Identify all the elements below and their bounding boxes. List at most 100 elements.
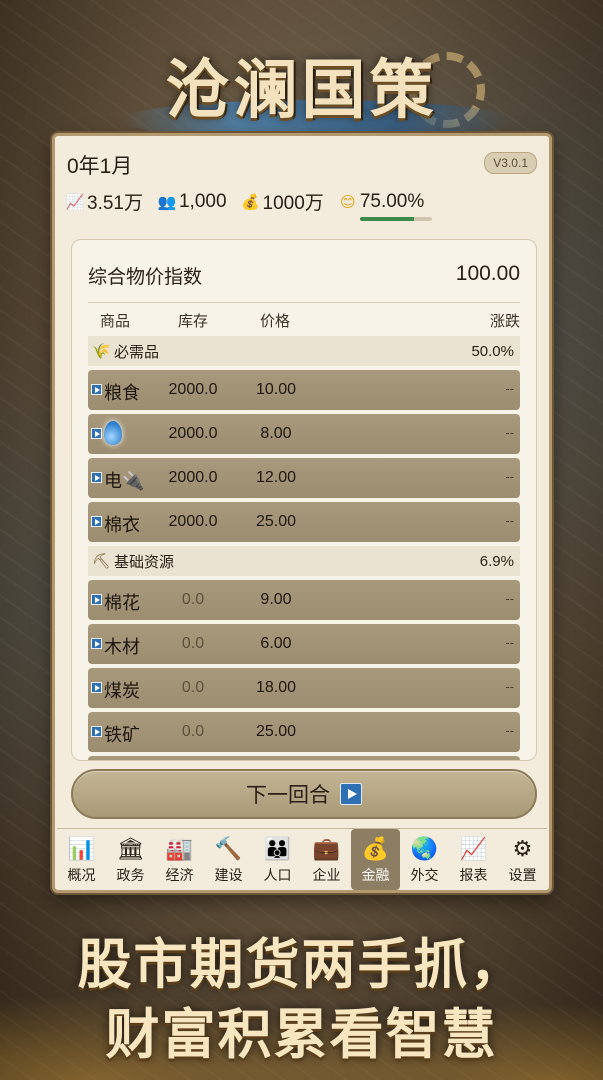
game-logo: 沧澜国策 xyxy=(0,30,603,140)
next-turn-label: 下一回合 xyxy=(246,784,330,807)
nav-item-reports[interactable]: 📈 报表 xyxy=(449,829,498,890)
table-row[interactable]: 2000.0 8.00 -- xyxy=(88,414,520,454)
treasury-value: 1000万 xyxy=(262,193,324,214)
main-panel: 0年1月 V3.0.1 📈 3.51万 👥 1,000 💰 1000万 😊 75… xyxy=(52,133,552,893)
goods-price: 6.00 xyxy=(260,635,292,652)
nav-item-economy[interactable]: 🏭 经济 xyxy=(155,829,204,890)
table-row-partial[interactable] xyxy=(88,756,520,760)
col-header-change: 涨跌 xyxy=(489,313,520,330)
nav-label: 建设 xyxy=(214,866,243,883)
goods-stock: 0.0 xyxy=(181,679,205,696)
stats-bar: 📈 3.51万 👥 1,000 💰 1000万 😊 75.00% xyxy=(65,188,432,221)
nav-label: 报表 xyxy=(459,866,488,883)
market-table-card[interactable]: 综合物价指数 100.00 商品 库存 价格 涨跌 🌾 必需品 50.0% 粮食… xyxy=(71,239,537,761)
table-row[interactable]: 木材 0.0 6.00 -- xyxy=(88,624,520,664)
happiness-stat[interactable]: 😊 75.00% xyxy=(338,190,432,221)
money-bag-icon: 💰 xyxy=(241,193,260,211)
wheat-icon: 🌾 xyxy=(92,343,111,360)
version-badge: V3.0.1 xyxy=(484,152,537,174)
goods-stock: 0.0 xyxy=(181,635,205,652)
goods-stock: 2000.0 xyxy=(168,469,218,486)
goods-price: 10.00 xyxy=(255,381,297,398)
game-date: 0年1月 xyxy=(67,155,133,178)
goods-name xyxy=(104,421,122,452)
category-row-basic-resources[interactable]: ⛏ 基础资源 6.9% xyxy=(88,546,520,576)
goods-change: -- xyxy=(505,723,514,738)
category-percent: 6.9% xyxy=(479,552,514,570)
table-header: 商品 库存 价格 涨跌 xyxy=(88,308,520,332)
table-body: 🌾 必需品 50.0% 粮食 2000.0 10.00 -- 2000.0 8.… xyxy=(88,336,520,760)
goods-stock: 2000.0 xyxy=(168,513,218,530)
goods-stock: 0.0 xyxy=(181,591,205,608)
status-header: 0年1月 V3.0.1 📈 3.51万 👥 1,000 💰 1000万 😊 75… xyxy=(65,146,539,221)
nav-label: 政务 xyxy=(116,866,145,883)
expand-arrow-icon[interactable] xyxy=(91,638,102,649)
expand-arrow-icon[interactable] xyxy=(91,428,102,439)
logo-title: 沧澜国策 xyxy=(165,53,438,128)
goods-price: 25.00 xyxy=(255,723,297,740)
goods-stock: 2000.0 xyxy=(168,381,218,398)
plug-icon: 🔌 xyxy=(122,471,145,491)
nav-item-settings[interactable]: ⚙ 设置 xyxy=(498,829,547,890)
expand-arrow-icon[interactable] xyxy=(91,516,102,527)
goods-change: -- xyxy=(505,381,514,396)
category-name: 必需品 xyxy=(114,343,160,361)
bar-chart-icon: 📊 xyxy=(67,835,96,861)
table-row[interactable]: 棉花 0.0 9.00 -- xyxy=(88,580,520,620)
factory-icon: 🏭 xyxy=(165,835,194,861)
nav-label: 人口 xyxy=(263,866,292,883)
nav-item-population[interactable]: 👪 人口 xyxy=(253,829,302,890)
next-turn-button[interactable]: 下一回合 xyxy=(71,769,537,819)
table-row[interactable]: 铁矿 0.0 25.00 -- xyxy=(88,712,520,752)
population-stat[interactable]: 👥 1,000 xyxy=(157,191,227,213)
table-row[interactable]: 粮食 2000.0 10.00 -- xyxy=(88,370,520,410)
people-icon: 👪 xyxy=(263,835,292,861)
expand-arrow-icon[interactable] xyxy=(91,594,102,605)
cpi-label: 综合物价指数 xyxy=(88,267,203,288)
expand-arrow-icon[interactable] xyxy=(91,682,102,693)
goods-name-text: 电 xyxy=(104,471,122,491)
divider xyxy=(88,302,520,303)
table-row[interactable]: 煤炭 0.0 18.00 -- xyxy=(88,668,520,708)
goods-change: -- xyxy=(505,425,514,440)
category-name: 基础资源 xyxy=(114,553,175,571)
nav-item-government[interactable]: 🏛 政务 xyxy=(106,829,155,890)
goods-price: 12.00 xyxy=(255,469,297,486)
goods-name: 煤炭 xyxy=(104,681,140,701)
category-row-necessities[interactable]: 🌾 必需品 50.0% xyxy=(88,336,520,366)
table-row[interactable]: 电🔌 2000.0 12.00 -- xyxy=(88,458,520,498)
hammer-icon: 🔨 xyxy=(214,835,243,861)
globe-icon: 🌏 xyxy=(410,835,439,861)
table-row[interactable]: 棉衣 2000.0 25.00 -- xyxy=(88,502,520,542)
nav-item-diplomacy[interactable]: 🌏 外交 xyxy=(400,829,449,890)
briefcase-icon: 💼 xyxy=(312,835,341,861)
treasury-stat[interactable]: 💰 1000万 xyxy=(241,188,324,215)
nav-label: 经济 xyxy=(165,866,194,883)
line-chart-icon: 📈 xyxy=(459,835,488,861)
nav-item-finance[interactable]: 💰 金融 xyxy=(351,829,400,890)
goods-name: 木材 xyxy=(104,637,140,657)
government-building-icon: 🏛 xyxy=(116,835,145,861)
nav-item-enterprise[interactable]: 💼 企业 xyxy=(302,829,351,890)
money-bag-icon: 💰 xyxy=(361,835,390,861)
pickaxe-icon: ⛏ xyxy=(92,553,112,570)
happiness-value: 75.00% xyxy=(359,190,425,212)
goods-stock: 2000.0 xyxy=(168,425,218,442)
nav-label: 外交 xyxy=(410,866,439,883)
col-header-goods: 商品 xyxy=(100,313,131,330)
nav-label: 设置 xyxy=(508,866,537,883)
expand-arrow-icon[interactable] xyxy=(91,384,102,395)
nav-item-construction[interactable]: 🔨 建设 xyxy=(204,829,253,890)
nav-item-overview[interactable]: 📊 概况 xyxy=(57,829,106,890)
expand-arrow-icon[interactable] xyxy=(91,472,102,483)
goods-name: 粮食 xyxy=(104,383,140,403)
expand-arrow-icon[interactable] xyxy=(91,726,102,737)
nav-label: 企业 xyxy=(312,866,341,883)
trend-chart-icon: 📈 xyxy=(65,193,85,211)
goods-stock: 0.0 xyxy=(181,723,205,740)
goods-price: 9.00 xyxy=(260,591,292,608)
gear-icon: ⚙ xyxy=(512,835,533,861)
gdp-value: 3.51万 xyxy=(87,193,143,214)
gdp-stat[interactable]: 📈 3.51万 xyxy=(65,188,143,215)
goods-change: -- xyxy=(505,469,514,484)
